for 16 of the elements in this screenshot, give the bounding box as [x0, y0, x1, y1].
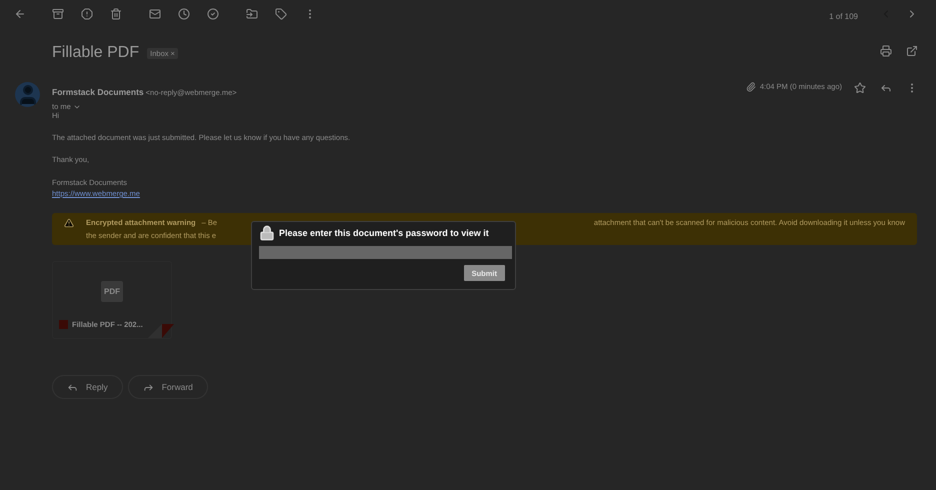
- reply-button[interactable]: Reply: [52, 375, 123, 399]
- folded-corner-icon: [148, 324, 174, 338]
- paperclip-icon: [746, 82, 756, 92]
- pdf-thumbnail: PDF: [101, 280, 123, 302]
- email-subject: Fillable PDF: [52, 44, 140, 62]
- forward-button[interactable]: Forward: [128, 375, 208, 399]
- warning-icon: [64, 218, 74, 228]
- forward-arrow-icon: [142, 382, 154, 392]
- padlock-icon: [259, 225, 275, 241]
- pdf-file-icon: [59, 320, 68, 329]
- password-field[interactable]: [259, 246, 512, 259]
- sender-name: Formstack Documents: [52, 87, 144, 97]
- dialog-title: Please enter this document's password to view it: [279, 228, 489, 238]
- pagination-count: 1 of 109: [829, 12, 858, 20]
- reply-arrow-icon: [67, 382, 78, 392]
- avatar-icon: [15, 82, 40, 107]
